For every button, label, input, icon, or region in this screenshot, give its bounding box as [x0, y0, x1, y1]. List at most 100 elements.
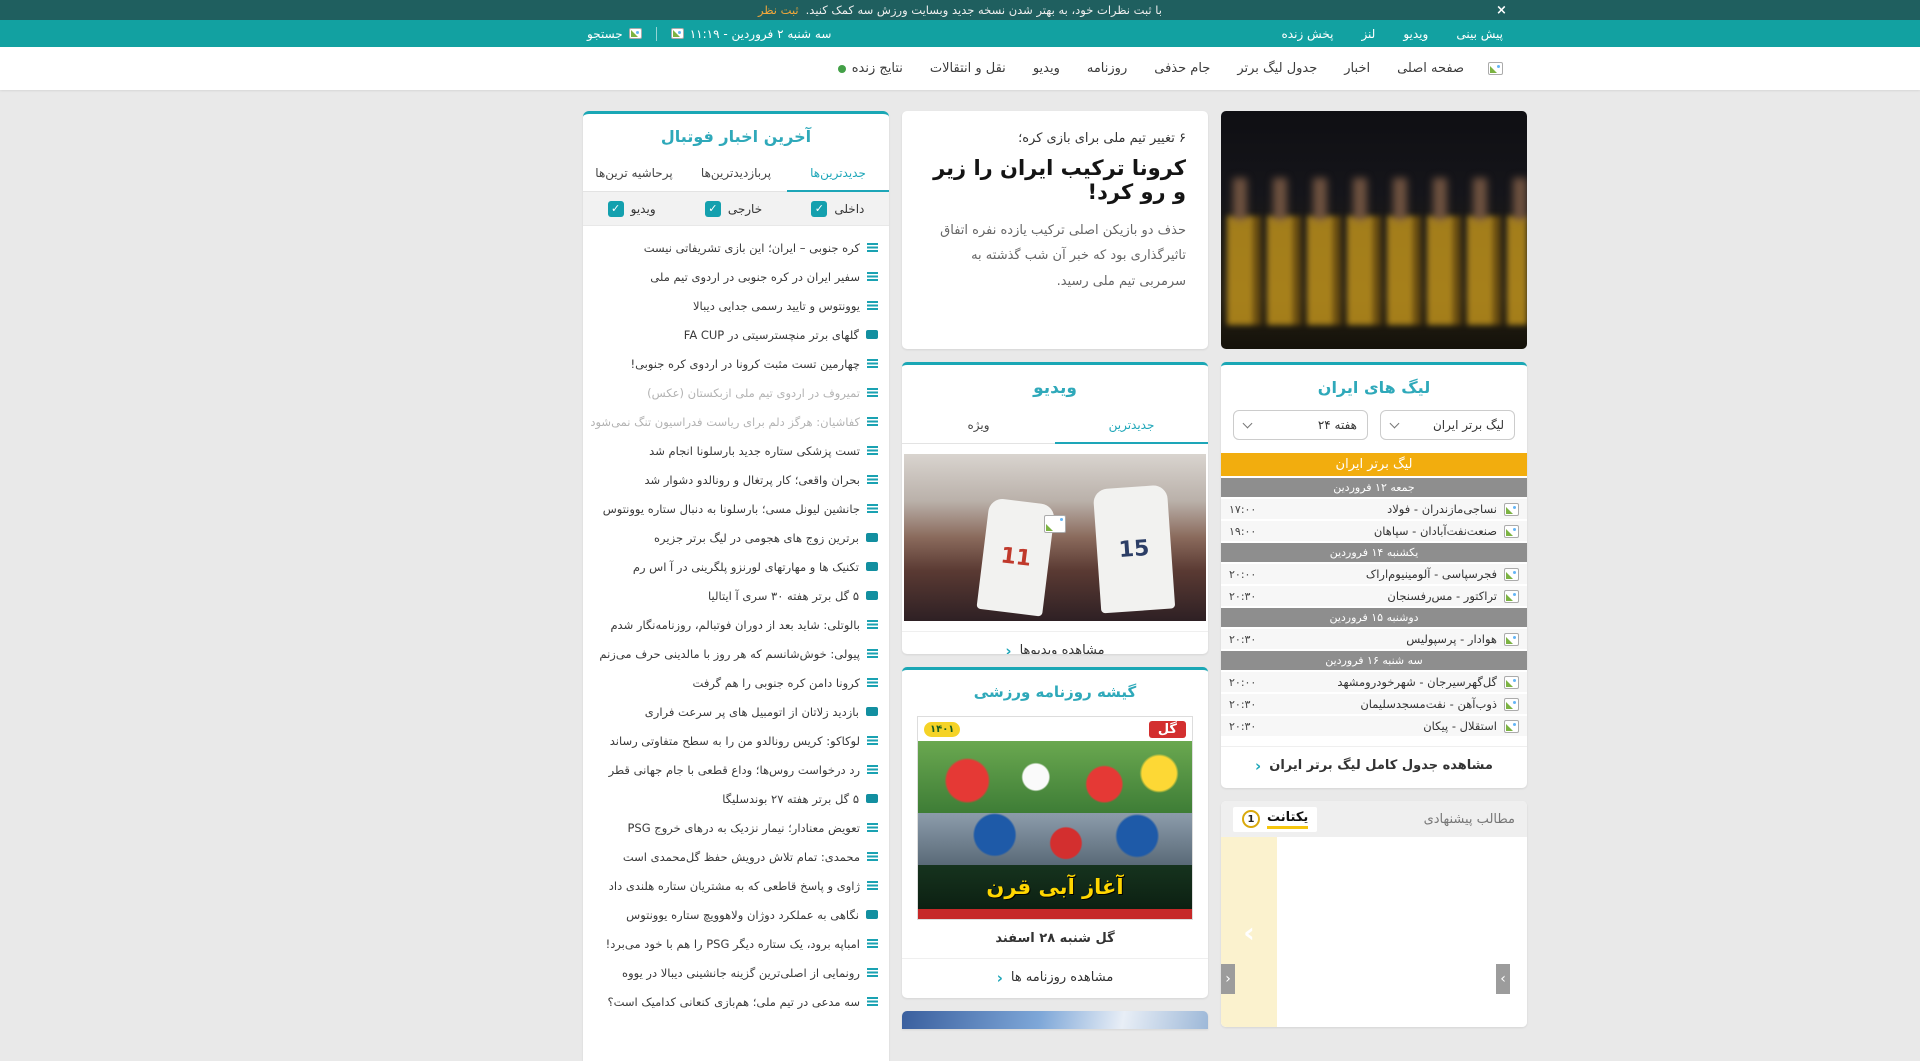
checkbox-checked-icon: ✓ [607, 200, 624, 217]
broken-image-icon [1504, 567, 1519, 581]
newspaper-photo [918, 813, 1192, 865]
news-tab[interactable]: پرحاشیه ترین‌ها [583, 157, 685, 191]
news-tab[interactable]: جدیدترین‌ها [787, 157, 889, 192]
leagues-title: لیگ های ایران [1317, 378, 1431, 397]
news-list-item[interactable]: تکنیک ها و مهارتهای لورنزو پلگرینی در آ … [583, 552, 889, 581]
week-select[interactable]: هفته ۲۴ [1233, 410, 1368, 440]
news-list-item[interactable]: رونمایی از اصلی‌ترین گزینه جانشینی دیبال… [583, 958, 889, 987]
submit-feedback-link[interactable]: ثبت نظر [758, 3, 799, 17]
news-text-icon [867, 475, 878, 484]
match-row[interactable]: هوادار - پرسپولیس ۲۰:۳۰ [1221, 629, 1527, 649]
nav-item[interactable]: ویدیو [1033, 61, 1060, 76]
news-item-text: کفاشیان: هرگز دلم برای ریاست فدراسیون تن… [590, 414, 860, 429]
video-tab[interactable]: ویژه [902, 409, 1055, 443]
close-icon[interactable]: × [1496, 0, 1507, 20]
league-select[interactable]: لیگ برتر ایران [1380, 410, 1515, 440]
news-list-item[interactable]: ۵ گل برتر هفته ۲۷ بوندسلیگا [583, 784, 889, 813]
news-list-item[interactable]: ژاوی و پاسخ قاطعی که به مشتریان ستاره هل… [583, 871, 889, 900]
hero-article-image[interactable] [1221, 111, 1527, 349]
news-filter-checkbox[interactable]: ویدیو ✓ [607, 200, 656, 217]
video-thumbnail[interactable]: 11 15 [904, 454, 1206, 621]
suggested-title: مطالب پیشنهادی [1423, 811, 1515, 827]
news-list-item[interactable]: چهارمین تست مثبت کرونا در اردوی کره جنوب… [583, 349, 889, 378]
league-fixtures: جمعه ۱۲ فروردین نساجی‌مازندران - فولاد ۱۷:… [1221, 478, 1527, 736]
jersey-number: 15 [1118, 535, 1151, 563]
nav-item[interactable]: اخبار [1344, 61, 1370, 76]
nav-item-label: نقل و انتقالات [929, 61, 1006, 76]
match-row[interactable]: صنعت‌نفت‌آبادان - سپاهان ۱۹:۰۰ [1221, 521, 1527, 541]
news-list-item[interactable]: نگاهی به عملکرد دوژان ولاهوویچ ستاره یوو… [583, 900, 889, 929]
news-tab[interactable]: پربازدیدترین‌ها [685, 157, 787, 191]
news-filter-checkbox[interactable]: خارجی ✓ [704, 200, 762, 217]
carousel-prev-button[interactable]: ‹ [1221, 964, 1235, 994]
news-list-item[interactable]: بالوتلی: شاید بعد از دوران فوتبالم، روزن… [583, 610, 889, 639]
news-list-item[interactable]: برترین زوج های هجومی در لیگ برتر جزیره [583, 523, 889, 552]
match-time: ۲۰:۳۰ [1229, 632, 1257, 646]
news-list-item[interactable]: بحران واقعی؛ کار پرتغال و رونالدو دشوار … [583, 465, 889, 494]
newspaper-cover[interactable]: گل ۱۴۰۱ آغاز آبی قرن [917, 716, 1193, 920]
news-item-text: یوونتوس و تایید رسمی جدایی دیبالا [693, 298, 860, 313]
match-time: ۲۰:۰۰ [1229, 675, 1257, 689]
topbar-menu-item[interactable]: لنز [1361, 27, 1375, 41]
match-row[interactable]: استقلال - پیکان ۲۰:۳۰ [1221, 716, 1527, 736]
nav-item[interactable]: جام حذفی [1154, 61, 1210, 76]
news-list-item[interactable]: کرونا دامن کره جنوبی را هم گرفت [583, 668, 889, 697]
match-row[interactable]: گل‌گهرسیرجان - شهرخودرومشهد ۲۰:۰۰ [1221, 672, 1527, 692]
newspaper-headline: آغاز آبی قرن [986, 875, 1124, 899]
news-list-item[interactable]: بازدید زلاتان از اتومبیل های پر سرعت فرا… [583, 697, 889, 726]
news-list-item[interactable]: محمدی: تمام تلاش درویش حفظ گل‌محمدی است [583, 842, 889, 871]
video-icon [866, 910, 878, 919]
news-filter-checkbox[interactable]: داخلی ✓ [811, 200, 864, 217]
broken-image-icon [1504, 719, 1519, 733]
news-title: آخرین اخبار فوتبال [660, 127, 812, 146]
middle-column: ۶ تغییر تیم ملی برای بازی کره؛ کرونا ترک… [902, 111, 1208, 1029]
topbar-menu-item[interactable]: پخش زنده [1282, 27, 1334, 41]
news-list-item[interactable]: تمیروف در اردوی تیم ملی ازبکستان (عکس) [583, 378, 889, 407]
nav-item[interactable]: صفحه اصلی [1397, 61, 1464, 76]
week-select-value: هفته ۲۴ [1317, 418, 1357, 432]
news-list-item[interactable]: جانشین لیونل مسی؛ بارسلونا به دنبال ستار… [583, 494, 889, 523]
divider [655, 26, 657, 41]
topbar-menu-item[interactable]: ویدیو [1403, 27, 1428, 41]
news-text-icon [867, 881, 878, 890]
nav-item[interactable]: جدول لیگ برتر [1237, 61, 1317, 76]
site-logo-broken-image-icon[interactable] [1488, 62, 1503, 75]
search-button[interactable]: جستجو [587, 27, 642, 41]
video-icon [866, 794, 878, 803]
league-more-label: مشاهده جدول کامل لیگ برتر ایران [1269, 758, 1493, 773]
match-row[interactable]: فجرسپاسی - آلومینیوم‌اراک ۲۰:۰۰ [1221, 564, 1527, 584]
news-list-item[interactable]: گلهای برتر منچسترسیتی در FA CUP [583, 320, 889, 349]
nav-item[interactable]: نتایج زنده [837, 61, 903, 76]
more-videos-link[interactable]: مشاهده ویدیوها ‹ [902, 631, 1208, 654]
hero-title[interactable]: کرونا ترکیب ایران را زیر و رو کرد! [924, 156, 1186, 204]
news-list-item[interactable]: کفاشیان: هرگز دلم برای ریاست فدراسیون تن… [583, 407, 889, 436]
match-row[interactable]: ذوب‌آهن - نفت‌مسجدسلیمان ۲۰:۳۰ [1221, 694, 1527, 714]
news-item-text: ۵ گل برتر هفته ۳۰ سری آ ایتالیا [708, 588, 859, 603]
hero-kicker: ۶ تغییر تیم ملی برای بازی کره؛ [1018, 131, 1186, 146]
ad-image[interactable]: › [1221, 837, 1277, 1027]
news-text-icon [867, 736, 878, 745]
news-list-item[interactable]: لوکاکو: کریس رونالدو من را به سطح متفاوت… [583, 726, 889, 755]
match-row[interactable]: تراکتور - مس‌رفسنجان ۲۰:۳۰ [1221, 586, 1527, 606]
match-row[interactable]: نساجی‌مازندران - فولاد ۱۷:۰۰ [1221, 499, 1527, 519]
more-newspapers-link[interactable]: مشاهده روزنامه ها ‹ [902, 958, 1208, 996]
topbar-menu-item[interactable]: پیش بینی [1456, 27, 1503, 41]
news-list-item[interactable]: تست پزشکی ستاره جدید بارسلونا انجام شد [583, 436, 889, 465]
news-list-item[interactable]: رد درخواست روس‌ها؛ وداع قطعی با جام جهان… [583, 755, 889, 784]
league-full-table-link[interactable]: مشاهده جدول کامل لیگ برتر ایران ‹ [1221, 746, 1527, 784]
news-list-item[interactable]: کره جنوبی – ایران؛ این بازی تشریفاتی نیس… [583, 233, 889, 262]
news-list-item[interactable]: امباپه برود، یک ستاره دیگر PSG را هم با … [583, 929, 889, 958]
yektanet-logo[interactable]: یکتانت 1 [1233, 806, 1318, 832]
video-tab[interactable]: جدیدترین [1055, 409, 1208, 444]
nav-item[interactable]: نقل و انتقالات [930, 61, 1006, 76]
news-list-item[interactable]: یوونتوس و تایید رسمی جدایی دیبالا [583, 291, 889, 320]
news-list-item[interactable]: تعویض معنادار؛ نیمار نزدیک به درهای خروج… [583, 813, 889, 842]
news-list-item[interactable]: ۵ گل برتر هفته ۳۰ سری آ ایتالیا [583, 581, 889, 610]
match-date-header: دوشنبه ۱۵ فروردین [1221, 608, 1527, 627]
news-list-item[interactable]: پیولی: خوش‌شانسم که هر روز با مالدینی حر… [583, 639, 889, 668]
news-list-item[interactable]: سفیر ایران در کره جنوبی در اردوی تیم ملی [583, 262, 889, 291]
carousel-next-button[interactable]: › [1496, 964, 1510, 994]
video-icon [866, 330, 878, 339]
nav-item[interactable]: روزنامه [1087, 61, 1127, 76]
news-list-item[interactable]: سه مدعی در تیم ملی؛ هم‌بازی کنعانی کدامی… [583, 987, 889, 1016]
